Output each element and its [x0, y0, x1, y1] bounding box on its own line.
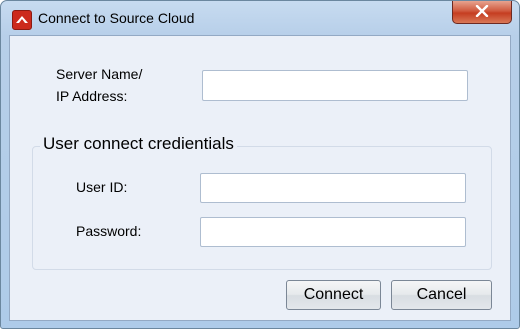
- server-address-input[interactable]: [202, 70, 468, 101]
- server-name-label: Server Name/: [56, 66, 143, 82]
- app-icon: [12, 10, 32, 30]
- user-id-input[interactable]: [200, 173, 466, 203]
- password-input[interactable]: [200, 217, 466, 247]
- ip-address-label: IP Address:: [56, 88, 128, 104]
- credentials-group: [32, 146, 492, 270]
- window-title: Connect to Source Cloud: [38, 10, 195, 26]
- title-bar[interactable]: Connect to Source Cloud: [1, 1, 519, 35]
- cancel-button[interactable]: Cancel: [391, 280, 492, 310]
- user-id-label: User ID:: [76, 179, 128, 195]
- credentials-group-title: User connect credientials: [40, 134, 237, 154]
- connect-button[interactable]: Connect: [286, 280, 381, 310]
- password-label: Password:: [76, 223, 142, 239]
- close-icon: [475, 5, 489, 17]
- close-button[interactable]: [452, 1, 512, 24]
- dialog-window: Connect to Source Cloud Server Name/ IP …: [0, 0, 520, 329]
- dialog-client-area: Server Name/ IP Address: User connect cr…: [9, 35, 511, 321]
